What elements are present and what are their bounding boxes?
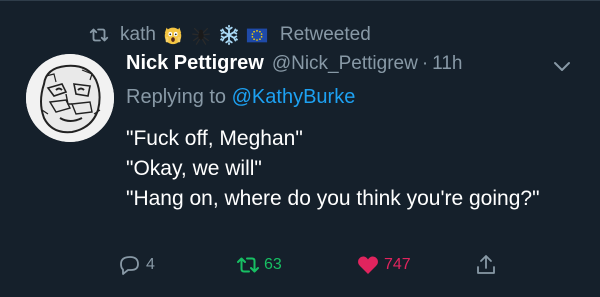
chevron-down-icon[interactable]: [552, 56, 572, 76]
replying-prefix: Replying to: [126, 86, 227, 108]
tweet-line: "Hang on, where do you think you're goin…: [126, 187, 540, 210]
like-count: 747: [384, 256, 411, 273]
heart-icon: [358, 256, 378, 274]
replying-to: Replying to @KathyBurke: [126, 86, 355, 109]
display-name[interactable]: Nick Pettigrew: [126, 52, 264, 75]
eu-flag-emoji: [246, 28, 268, 43]
retweet-context[interactable]: kath Retweeted: [88, 22, 371, 48]
reply-count: 4: [146, 256, 155, 273]
retweeted-label: Retweeted: [279, 24, 371, 45]
reply-button[interactable]: 4: [118, 250, 155, 280]
tweet-text: "Fuck off, Meghan" "Okay, we will" "Hang…: [126, 124, 576, 214]
like-button[interactable]: 747: [356, 250, 411, 280]
reply-mention-link[interactable]: @KathyBurke: [232, 86, 356, 108]
scream-emoji: [164, 27, 182, 45]
retweeter-name[interactable]: kath: [120, 24, 156, 46]
snowflake-emoji: [220, 24, 238, 46]
tweet-line: "Fuck off, Meghan": [126, 127, 303, 150]
tweet-header: Nick Pettigrew @Nick_Pettigrew · 11h: [126, 52, 462, 80]
retweet-icon: [89, 28, 109, 42]
retweet-button[interactable]: 63: [236, 250, 282, 280]
retweet-icon: [237, 257, 259, 273]
reply-icon: [120, 256, 139, 275]
avatar[interactable]: [26, 54, 114, 142]
tweet-line: "Okay, we will": [126, 157, 262, 180]
spider-emoji: [192, 27, 210, 45]
tweet-actions: 4 63 747: [118, 250, 508, 280]
share-icon: [477, 255, 495, 274]
separator-dot: ·: [421, 53, 429, 74]
avatar-image: [26, 54, 114, 142]
timestamp[interactable]: 11h: [432, 53, 462, 75]
user-handle[interactable]: @Nick_Pettigrew: [272, 53, 418, 75]
top-divider: [0, 0, 600, 1]
share-button[interactable]: [474, 250, 498, 280]
retweet-count: 63: [264, 256, 282, 273]
